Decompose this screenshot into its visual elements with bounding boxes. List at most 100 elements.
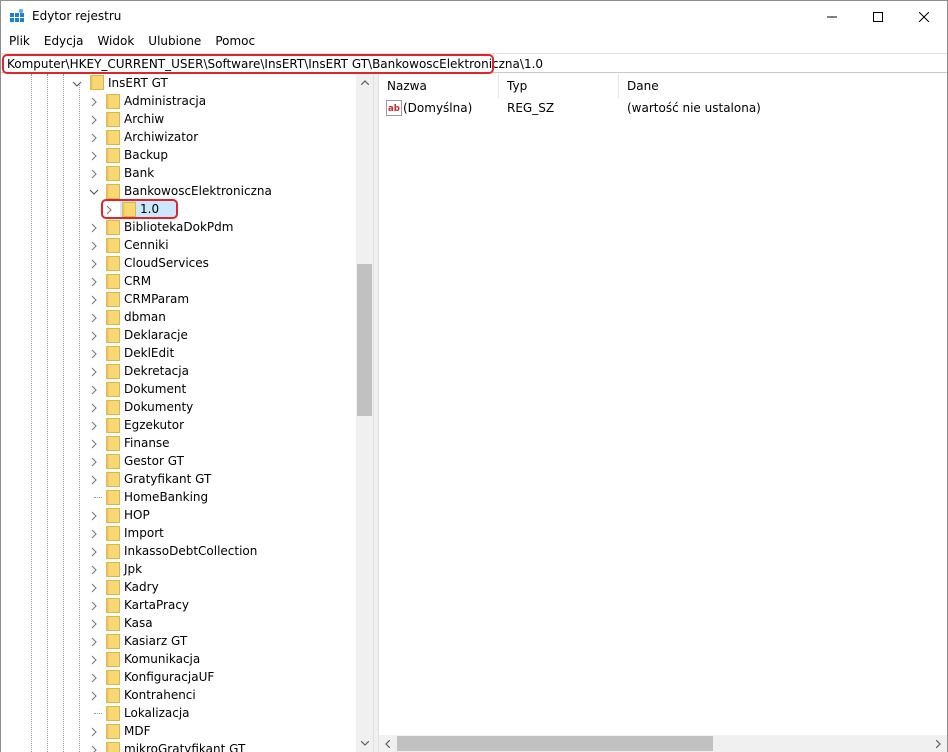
chevron-right-icon[interactable] xyxy=(89,259,99,269)
chevron-right-icon[interactable] xyxy=(89,547,99,557)
tree-item-kadry[interactable]: Kadry xyxy=(1,578,355,596)
tree-item-homebanking[interactable]: HomeBanking xyxy=(1,488,355,506)
scroll-down-arrow[interactable] xyxy=(356,735,373,752)
tree-item-konfiguracjauf[interactable]: KonfiguracjaUF xyxy=(1,668,355,686)
tree-item-archiw[interactable]: Archiw xyxy=(1,110,355,128)
scroll-up-arrow[interactable] xyxy=(356,74,373,91)
chevron-right-icon[interactable] xyxy=(89,637,99,647)
tree-item-mikrogratyfikant-gt[interactable]: mikroGratyfikant GT xyxy=(1,740,355,752)
tree-item-gratyfikant-gt[interactable]: Gratyfikant GT xyxy=(1,470,355,488)
tree-item-finanse[interactable]: Finanse xyxy=(1,434,355,452)
tree-item-dokumenty[interactable]: Dokumenty xyxy=(1,398,355,416)
column-header-name[interactable]: Nazwa xyxy=(379,74,499,98)
tree-item-hop[interactable]: HOP xyxy=(1,506,355,524)
values-list-pane[interactable]: Nazwa Typ Dane ab (Domyślna) REG_SZ (war… xyxy=(379,74,947,752)
chevron-right-icon[interactable] xyxy=(89,745,99,752)
chevron-down-icon[interactable] xyxy=(72,79,82,89)
chevron-right-icon[interactable] xyxy=(89,367,99,377)
chevron-right-icon[interactable] xyxy=(89,475,99,485)
tree-item-insert-gt[interactable]: InsERT GT xyxy=(1,74,355,92)
chevron-right-icon[interactable] xyxy=(89,331,99,341)
value-type: REG_SZ xyxy=(507,101,555,115)
column-header-data[interactable]: Dane xyxy=(619,74,947,98)
chevron-right-icon[interactable] xyxy=(89,115,99,125)
tree-item-crmparam[interactable]: CRMParam xyxy=(1,290,355,308)
close-button[interactable] xyxy=(901,1,947,32)
tree-item-inkassodebtcollection[interactable]: InkassoDebtCollection xyxy=(1,542,355,560)
chevron-down-icon[interactable] xyxy=(89,187,99,197)
chevron-right-icon[interactable] xyxy=(89,97,99,107)
chevron-right-icon[interactable] xyxy=(89,295,99,305)
chevron-right-icon[interactable] xyxy=(89,403,99,413)
chevron-right-icon[interactable] xyxy=(89,655,99,665)
tree-item-egzekutor[interactable]: Egzekutor xyxy=(1,416,355,434)
tree-item-dekretacja[interactable]: Dekretacja xyxy=(1,362,355,380)
tree-item-dbman[interactable]: dbman xyxy=(1,308,355,326)
menu-pomoc[interactable]: Pomoc xyxy=(208,32,262,52)
menu-plik[interactable]: Plik xyxy=(1,32,37,52)
tree-item-crm[interactable]: CRM xyxy=(1,272,355,290)
tree-item-archiwizator[interactable]: Archiwizator xyxy=(1,128,355,146)
minimize-button[interactable] xyxy=(809,1,855,32)
chevron-right-icon[interactable] xyxy=(89,349,99,359)
tree-item-deklaracje[interactable]: Deklaracje xyxy=(1,326,355,344)
address-bar[interactable]: Komputer\HKEY_CURRENT_USER\Software\InsE… xyxy=(1,53,947,74)
tree-item-gestor-gt[interactable]: Gestor GT xyxy=(1,452,355,470)
chevron-right-icon[interactable] xyxy=(89,439,99,449)
tree-item-jpk[interactable]: Jpk xyxy=(1,560,355,578)
chevron-right-icon[interactable] xyxy=(89,133,99,143)
menu-widok[interactable]: Widok xyxy=(90,32,141,52)
tree-item-administracja[interactable]: Administracja xyxy=(1,92,355,110)
chevron-right-icon[interactable] xyxy=(89,583,99,593)
column-header-type[interactable]: Typ xyxy=(499,74,619,98)
tree-item-1-0[interactable]: 1.0 xyxy=(1,199,355,219)
scroll-right-arrow[interactable] xyxy=(930,735,947,752)
maximize-button[interactable] xyxy=(855,1,901,32)
chevron-right-icon[interactable] xyxy=(89,565,99,575)
chevron-right-icon[interactable] xyxy=(89,277,99,287)
key-tree-pane[interactable]: InsERT GT Administracja Archiw Archiwizator… xyxy=(1,74,373,752)
value-row[interactable]: ab (Domyślna) REG_SZ (wartość nie ustalo… xyxy=(379,99,947,117)
chevron-right-icon[interactable] xyxy=(89,619,99,629)
chevron-right-icon[interactable] xyxy=(89,457,99,467)
chevron-right-icon[interactable] xyxy=(89,673,99,683)
tree-item-kontrahenci[interactable]: Kontrahenci xyxy=(1,686,355,704)
chevron-right-icon[interactable] xyxy=(89,169,99,179)
tree-item-cenniki[interactable]: Cenniki xyxy=(1,236,355,254)
tree-item-bankowoscelektroniczna[interactable]: BankowoscElektroniczna xyxy=(1,182,355,200)
tree-vertical-scrollbar[interactable] xyxy=(356,74,373,752)
tree-scroll-thumb[interactable] xyxy=(357,264,372,416)
chevron-right-icon[interactable] xyxy=(89,151,99,161)
list-scroll-thumb[interactable] xyxy=(397,736,713,751)
tree-item-dokument[interactable]: Dokument xyxy=(1,380,355,398)
menu-ulubione[interactable]: Ulubione xyxy=(141,32,208,52)
tree-item-cloudservices[interactable]: CloudServices xyxy=(1,254,355,272)
tree-item-komunikacja[interactable]: Komunikacja xyxy=(1,650,355,668)
chevron-right-icon[interactable] xyxy=(89,223,99,233)
chevron-right-icon[interactable] xyxy=(89,421,99,431)
tree-item-bank[interactable]: Bank xyxy=(1,164,355,182)
menu-edycja[interactable]: Edycja xyxy=(37,32,91,52)
tree-item-dekledit[interactable]: DeklEdit xyxy=(1,344,355,362)
chevron-right-icon[interactable] xyxy=(89,241,99,251)
chevron-right-icon[interactable] xyxy=(89,511,99,521)
chevron-right-icon[interactable] xyxy=(89,385,99,395)
tree-item-lokalizacja[interactable]: Lokalizacja xyxy=(1,704,355,722)
tree-item-label: Egzekutor xyxy=(124,418,185,432)
tree-item-import[interactable]: Import xyxy=(1,524,355,542)
list-horizontal-scrollbar[interactable] xyxy=(379,735,947,752)
tree-item-bibliotekadokpdm[interactable]: BibliotekaDokPdm xyxy=(1,218,355,236)
tree-item-backup[interactable]: Backup xyxy=(1,146,355,164)
tree-item-kasa[interactable]: Kasa xyxy=(1,614,355,632)
tree-item-kartapracy[interactable]: KartaPracy xyxy=(1,596,355,614)
chevron-right-icon[interactable] xyxy=(89,313,99,323)
scroll-left-arrow[interactable] xyxy=(379,735,396,752)
tree-item-label: Import xyxy=(124,526,164,540)
chevron-right-icon[interactable] xyxy=(89,529,99,539)
chevron-right-icon[interactable] xyxy=(89,691,99,701)
tree-item-mdf[interactable]: MDF xyxy=(1,722,355,740)
chevron-right-icon[interactable] xyxy=(89,601,99,611)
title-bar[interactable]: Edytor rejestru xyxy=(1,1,947,32)
tree-item-kasiarz-gt[interactable]: Kasiarz GT xyxy=(1,632,355,650)
chevron-right-icon[interactable] xyxy=(89,727,99,737)
